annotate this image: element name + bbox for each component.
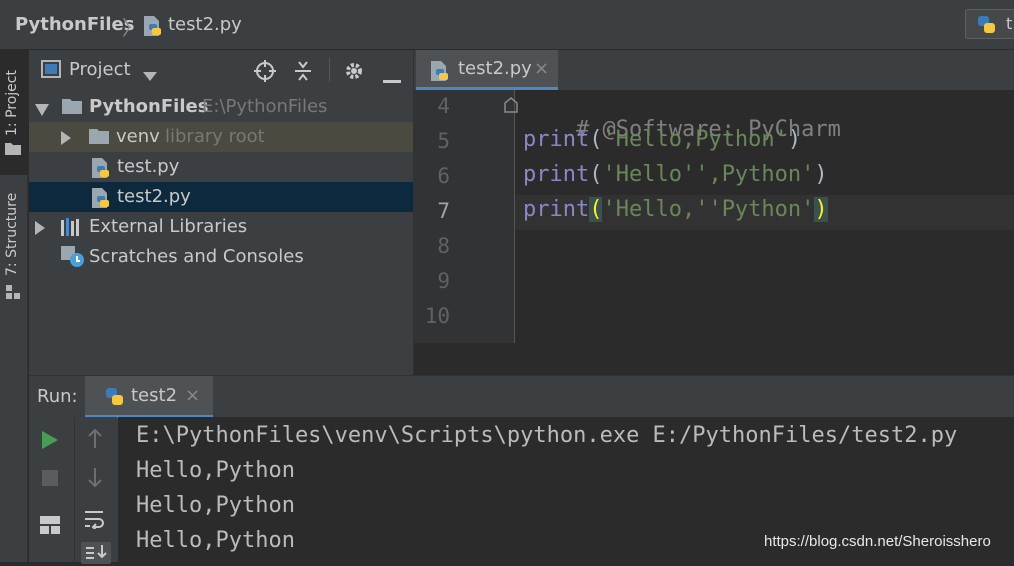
code-line-6[interactable]: print('Hello'',Python') [523, 162, 828, 197]
minimize-icon[interactable] [383, 68, 401, 87]
project-tool-button[interactable]: 1: Project [0, 50, 28, 175]
line-number: 6 [437, 164, 450, 188]
editor-empty-area [414, 343, 1014, 375]
console-line: E:\PythonFiles\venv\Scripts\python.exe E… [136, 423, 958, 448]
run-header: Run: test2 × [29, 375, 1014, 418]
left-tool-stripe: 1: Project 7: Structure [0, 50, 28, 562]
tree-item-label: venv [116, 126, 160, 147]
code-string: 'Hello,Python' [602, 127, 788, 152]
fold-marker-icon[interactable] [504, 97, 518, 117]
arrow-up-icon[interactable] [87, 428, 103, 453]
console-line: Hello,Python [136, 493, 295, 518]
tree-item-label: test2.py [117, 186, 191, 207]
tab-test2-py[interactable]: test2.py × [416, 50, 558, 90]
soft-wrap-icon[interactable] [85, 509, 105, 533]
tree-item-venv[interactable]: venv library root [29, 122, 413, 152]
project-view-icon [41, 60, 61, 82]
gear-icon[interactable] [343, 60, 365, 86]
breadcrumb-project[interactable]: PythonFiles [15, 14, 134, 35]
tree-item-external-libraries[interactable]: External Libraries [29, 212, 413, 242]
library-icon [61, 218, 83, 240]
tree-item-label: External Libraries [89, 216, 248, 237]
matched-brace: ( [589, 197, 603, 222]
run-tab-test2[interactable]: test2 × [85, 376, 213, 418]
python-icon [104, 387, 126, 411]
run-label: Run: [37, 386, 78, 407]
code-line-4[interactable]: # @Software: PyCharm [523, 92, 841, 142]
line-number: 4 [437, 94, 450, 118]
code-paren: ( [589, 127, 603, 152]
project-tool-window: Project PythonFiles E:\PythonFiles venv … [29, 50, 413, 375]
line-number: 9 [437, 269, 450, 293]
navigation-bar: PythonFiles 〉 test2.py t [0, 0, 1014, 50]
editor-tab-bar: test2.py × [414, 50, 1014, 90]
stop-icon[interactable] [42, 470, 58, 490]
folder-icon [5, 140, 21, 159]
collapsed-arrow-icon[interactable] [35, 220, 45, 239]
tab-label: test2.py [458, 58, 532, 79]
chevron-down-icon[interactable] [143, 66, 157, 85]
folder-icon [89, 128, 109, 148]
code-paren: ) [787, 127, 802, 152]
collapsed-arrow-icon[interactable] [61, 130, 71, 149]
line-number: 5 [437, 129, 450, 153]
matched-brace: ) [814, 197, 828, 222]
close-icon[interactable]: × [185, 385, 200, 406]
code-builtin: print [523, 197, 590, 222]
tree-item-path: E:\PythonFiles [202, 96, 328, 117]
code-editor: test2.py × 4 5 6 7 8 9 10 # @Software: P… [413, 50, 1014, 375]
breadcrumb-file[interactable]: test2.py [168, 14, 242, 35]
project-tool-label: 1: Project [4, 70, 20, 136]
line-number: 10 [424, 304, 450, 328]
run-toolbar-primary [29, 417, 71, 562]
project-panel-header: Project [29, 50, 413, 90]
run-configuration-selector[interactable]: t [965, 9, 1014, 39]
scroll-to-end-icon[interactable] [81, 542, 111, 564]
code-string: 'Hello,''Python' [602, 197, 815, 222]
restore-layout-icon[interactable] [40, 516, 60, 538]
code-line-5[interactable]: print('Hello,Python') [523, 127, 801, 162]
run-config-label: t [1006, 14, 1013, 33]
python-file-icon [91, 157, 111, 183]
structure-icon [6, 284, 20, 303]
tree-item-scratches[interactable]: Scratches and Consoles [29, 242, 413, 272]
structure-tool-button[interactable]: 7: Structure [0, 180, 28, 305]
breadcrumb-separator: 〉 [122, 16, 142, 40]
python-icon [976, 15, 998, 39]
console-line: Hello,Python [136, 528, 295, 553]
folder-icon [62, 98, 82, 118]
tree-item-test2-py[interactable]: test2.py [29, 182, 413, 212]
project-view-selector[interactable]: Project [69, 59, 131, 80]
header-divider [329, 58, 330, 82]
python-file-icon [91, 187, 111, 213]
python-file-icon [430, 60, 450, 86]
run-toolbar-secondary [74, 417, 117, 564]
tree-item-label: test.py [117, 156, 180, 177]
expanded-arrow-icon[interactable] [35, 101, 49, 120]
locate-file-icon[interactable] [254, 60, 276, 86]
python-file-icon [143, 15, 163, 41]
arrow-down-icon[interactable] [87, 467, 103, 491]
run-tab-label: test2 [131, 385, 178, 406]
code-builtin: print [523, 162, 590, 187]
console-line: Hello,Python [136, 458, 295, 483]
tree-item-pythonfiles[interactable]: PythonFiles E:\PythonFiles [29, 92, 413, 122]
line-number: 8 [437, 234, 450, 258]
code-paren: ) [814, 162, 828, 187]
close-icon[interactable]: × [534, 58, 549, 79]
scratches-icon [61, 246, 85, 272]
code-line-7[interactable]: print('Hello,''Python') [523, 197, 828, 232]
code-builtin: print [523, 127, 590, 152]
line-number-current: 7 [437, 199, 450, 223]
tree-item-label: PythonFiles [89, 96, 209, 117]
code-string: 'Hello'',Python' [602, 162, 815, 187]
structure-tool-label: 7: Structure [4, 192, 20, 276]
tree-item-hint: library root [165, 126, 265, 147]
tree-item-test-py[interactable]: test.py [29, 152, 413, 182]
rerun-icon[interactable] [42, 431, 58, 453]
collapse-all-icon[interactable] [293, 60, 313, 86]
watermark: https://blog.csdn.net/Sheroisshero [764, 533, 991, 550]
tree-item-label: Scratches and Consoles [89, 246, 304, 267]
code-paren: ( [589, 162, 603, 187]
